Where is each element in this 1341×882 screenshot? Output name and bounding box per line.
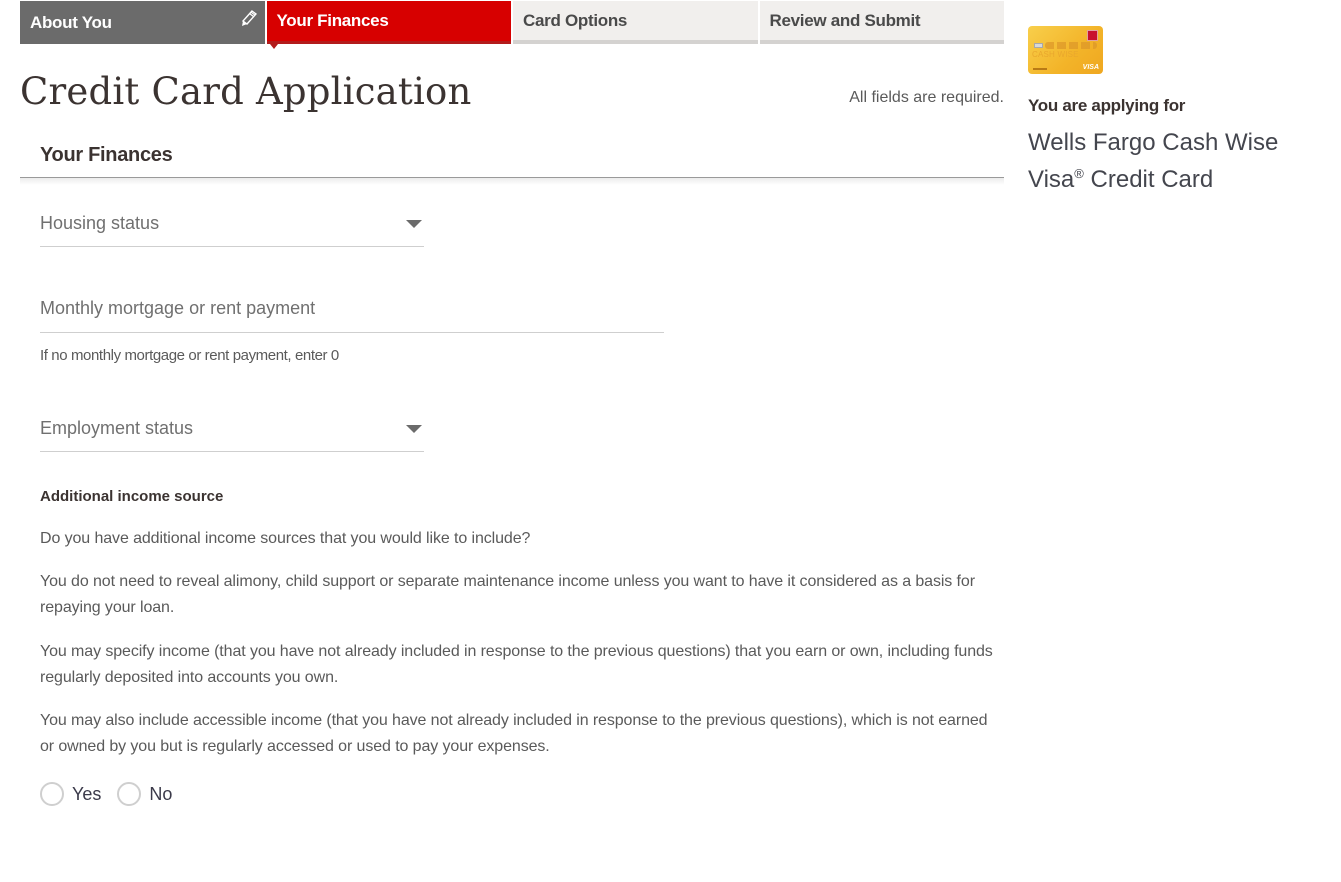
step-label: Card Options — [523, 10, 628, 30]
step-your-finances[interactable]: Your Finances — [266, 1, 511, 49]
page-title: Credit Card Application — [20, 70, 472, 113]
radio-label: No — [149, 783, 173, 804]
pencil-icon — [241, 10, 257, 26]
radio-circle[interactable] — [40, 782, 64, 806]
product-name-line2: Credit Card — [1083, 166, 1214, 193]
step-review-and-submit[interactable]: Review and Submit — [759, 1, 1004, 44]
radio-yes[interactable]: Yes — [40, 782, 101, 806]
section-title: Your Finances — [40, 144, 173, 166]
card-chip-icon — [1034, 43, 1043, 48]
additional-income-disclosure: You may also include accessible income (… — [40, 712, 988, 755]
monthly-payment-helper: If no monthly mortgage or rent payment, … — [40, 347, 339, 364]
required-fields-note: All fields are required. — [849, 89, 1004, 106]
step-label: About You — [30, 12, 112, 32]
caret-down-icon — [406, 425, 422, 433]
product-name: Wells Fargo Cash Wise Visa® Credit Card — [1028, 127, 1328, 195]
credit-card-image: CASH WISE VISA — [1028, 26, 1103, 74]
radio-no[interactable]: No — [117, 782, 172, 806]
card-holder-line — [1033, 68, 1047, 70]
housing-status-select[interactable]: Housing status — [40, 205, 424, 247]
step-about-you[interactable]: About You — [20, 1, 265, 44]
card-brand-text: CASH WISE — [1032, 50, 1079, 59]
stagecoach-horses-icon — [1045, 42, 1097, 49]
section-divider — [20, 177, 1004, 185]
product-name-visa: Visa — [1028, 166, 1075, 193]
visa-logo: VISA — [1082, 64, 1099, 71]
radio-circle[interactable] — [117, 782, 142, 806]
product-name-line1: Wells Fargo Cash Wise — [1028, 129, 1279, 156]
additional-income-disclosure: You may specify income (that you have no… — [40, 643, 993, 686]
registered-mark: ® — [1074, 166, 1084, 181]
additional-income-radio-group: Yes No — [40, 782, 188, 806]
employment-status-placeholder: Employment status — [40, 418, 194, 438]
additional-income-disclosure: You do not need to reveal alimony, child… — [40, 573, 975, 616]
radio-label: Yes — [72, 783, 102, 804]
active-step-pointer — [269, 44, 278, 49]
step-label: Review and Submit — [769, 10, 921, 30]
additional-income-title: Additional income source — [40, 488, 224, 505]
housing-status-placeholder: Housing status — [40, 213, 160, 233]
progress-steps: About You Your Finances Card Options Rev… — [20, 1, 1004, 49]
applying-for-label: You are applying for — [1028, 96, 1186, 115]
monthly-payment-input[interactable]: Monthly mortgage or rent payment — [40, 290, 664, 333]
employment-status-select[interactable]: Employment status — [40, 410, 424, 452]
step-card-options[interactable]: Card Options — [513, 1, 758, 44]
additional-income-question: Do you have additional income sources th… — [40, 530, 531, 547]
step-label: Your Finances — [276, 11, 389, 30]
caret-down-icon — [406, 220, 422, 228]
bank-logo-icon — [1087, 30, 1098, 41]
monthly-payment-placeholder: Monthly mortgage or rent payment — [40, 298, 316, 318]
